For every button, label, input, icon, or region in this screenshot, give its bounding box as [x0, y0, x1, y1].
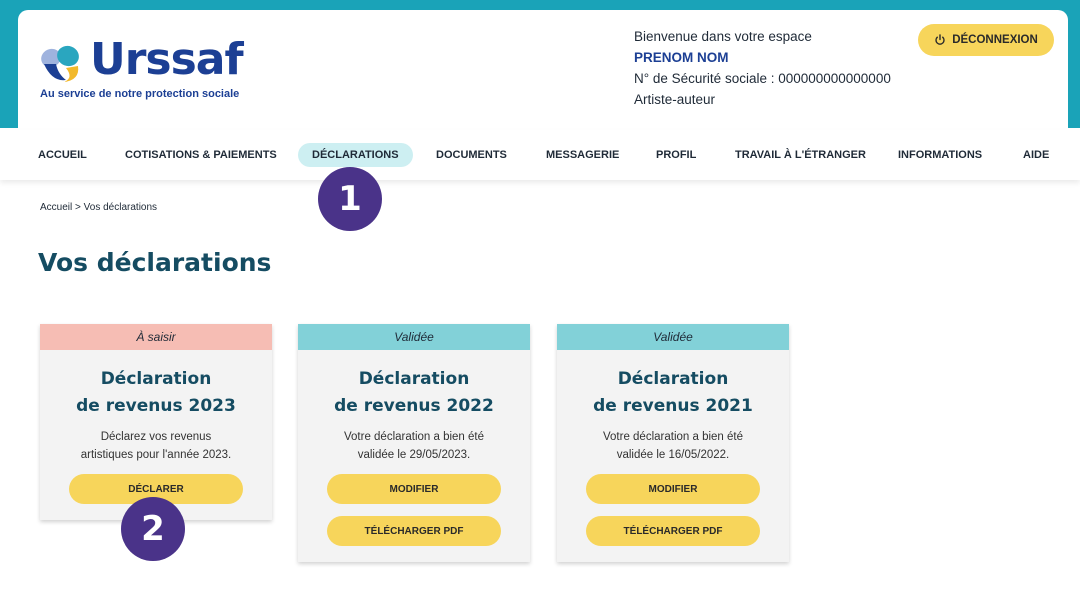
nav-item-travail-etranger[interactable]: TRAVAIL À L'ÉTRANGER [735, 143, 866, 167]
card-text-line1: Votre déclaration a bien été [343, 431, 485, 443]
card-text-line2: artistiques pour l'année 2023. [80, 449, 232, 461]
card-text-line2: validée le 29/05/2023. [357, 449, 471, 461]
download-pdf-button[interactable]: TÉLÉCHARGER PDF [327, 516, 501, 546]
card-description: Déclarez vos revenus artistiques pour l'… [40, 428, 272, 464]
breadcrumb-separator: > [75, 202, 81, 213]
modify-button[interactable]: MODIFIER [586, 474, 760, 504]
card-title-line2: de revenus 2022 [334, 396, 494, 416]
nav-item-informations[interactable]: INFORMATIONS [898, 143, 982, 167]
status-badge: Validée [298, 324, 530, 350]
logo-wordmark: Urssaf [90, 34, 244, 85]
nav-item-declarations[interactable]: DÉCLARATIONS [298, 143, 413, 167]
logout-button[interactable]: DÉCONNEXION [918, 24, 1054, 56]
card-title: Déclaration de revenus 2022 [298, 366, 530, 420]
declaration-card-2021: Validée Déclaration de revenus 2021 Votr… [557, 324, 789, 562]
power-icon [935, 34, 945, 45]
card-title: Déclaration de revenus 2023 [40, 366, 272, 420]
download-pdf-button[interactable]: TÉLÉCHARGER PDF [586, 516, 760, 546]
nav-item-documents[interactable]: DOCUMENTS [436, 143, 507, 167]
step-badge-2: 2 [121, 497, 185, 561]
card-title-line2: de revenus 2023 [76, 396, 236, 416]
breadcrumb-current: Vos déclarations [83, 202, 158, 213]
logo-tagline: Au service de notre protection sociale [40, 88, 240, 100]
logout-label: DÉCONNEXION [952, 34, 1038, 46]
urssaf-logo[interactable]: Urssaf Au service de notre protection so… [40, 34, 300, 108]
card-title-line1: Déclaration [358, 369, 470, 389]
header: Urssaf Au service de notre protection so… [18, 10, 1068, 130]
card-description: Votre déclaration a bien été validée le … [557, 428, 789, 464]
modify-button[interactable]: MODIFIER [327, 474, 501, 504]
card-text-line2: validée le 16/05/2022. [616, 449, 730, 461]
status-badge: À saisir [40, 324, 272, 350]
nav-item-cotisations[interactable]: COTISATIONS & PAIEMENTS [125, 143, 277, 167]
page-title: Vos déclarations [38, 248, 272, 277]
breadcrumb: Accueil > Vos déclarations [40, 202, 157, 213]
main-nav: ACCUEIL COTISATIONS & PAIEMENTS DÉCLARAT… [0, 130, 1080, 180]
nav-item-profil[interactable]: PROFIL [656, 143, 696, 167]
card-title-line1: Déclaration [617, 369, 729, 389]
card-title-line2: de revenus 2021 [593, 396, 753, 416]
breadcrumb-home[interactable]: Accueil [40, 202, 72, 213]
card-description: Votre déclaration a bien été validée le … [298, 428, 530, 464]
card-title: Déclaration de revenus 2021 [557, 366, 789, 420]
nav-item-accueil[interactable]: ACCUEIL [38, 143, 87, 167]
ssn-text: N° de Sécurité sociale : 000000000000000 [634, 71, 891, 86]
card-text-line1: Votre déclaration a bien été [602, 431, 744, 443]
declaration-card-2022: Validée Déclaration de revenus 2022 Votr… [298, 324, 530, 562]
card-text-line1: Déclarez vos revenus [100, 431, 212, 443]
user-status: Artiste-auteur [634, 92, 716, 107]
nav-item-messagerie[interactable]: MESSAGERIE [546, 143, 619, 167]
user-name: PRENOM NOM [634, 50, 729, 65]
urssaf-logo-icon [41, 45, 79, 82]
step-badge-1: 1 [318, 167, 382, 231]
nav-item-aide[interactable]: AIDE [1023, 143, 1049, 167]
welcome-text: Bienvenue dans votre espace [634, 29, 812, 44]
declaration-card-2023: À saisir Déclaration de revenus 2023 Déc… [40, 324, 272, 520]
status-badge: Validée [557, 324, 789, 350]
card-title-line1: Déclaration [100, 369, 212, 389]
user-info: Bienvenue dans votre espace PRENOM NOM N… [634, 26, 891, 110]
